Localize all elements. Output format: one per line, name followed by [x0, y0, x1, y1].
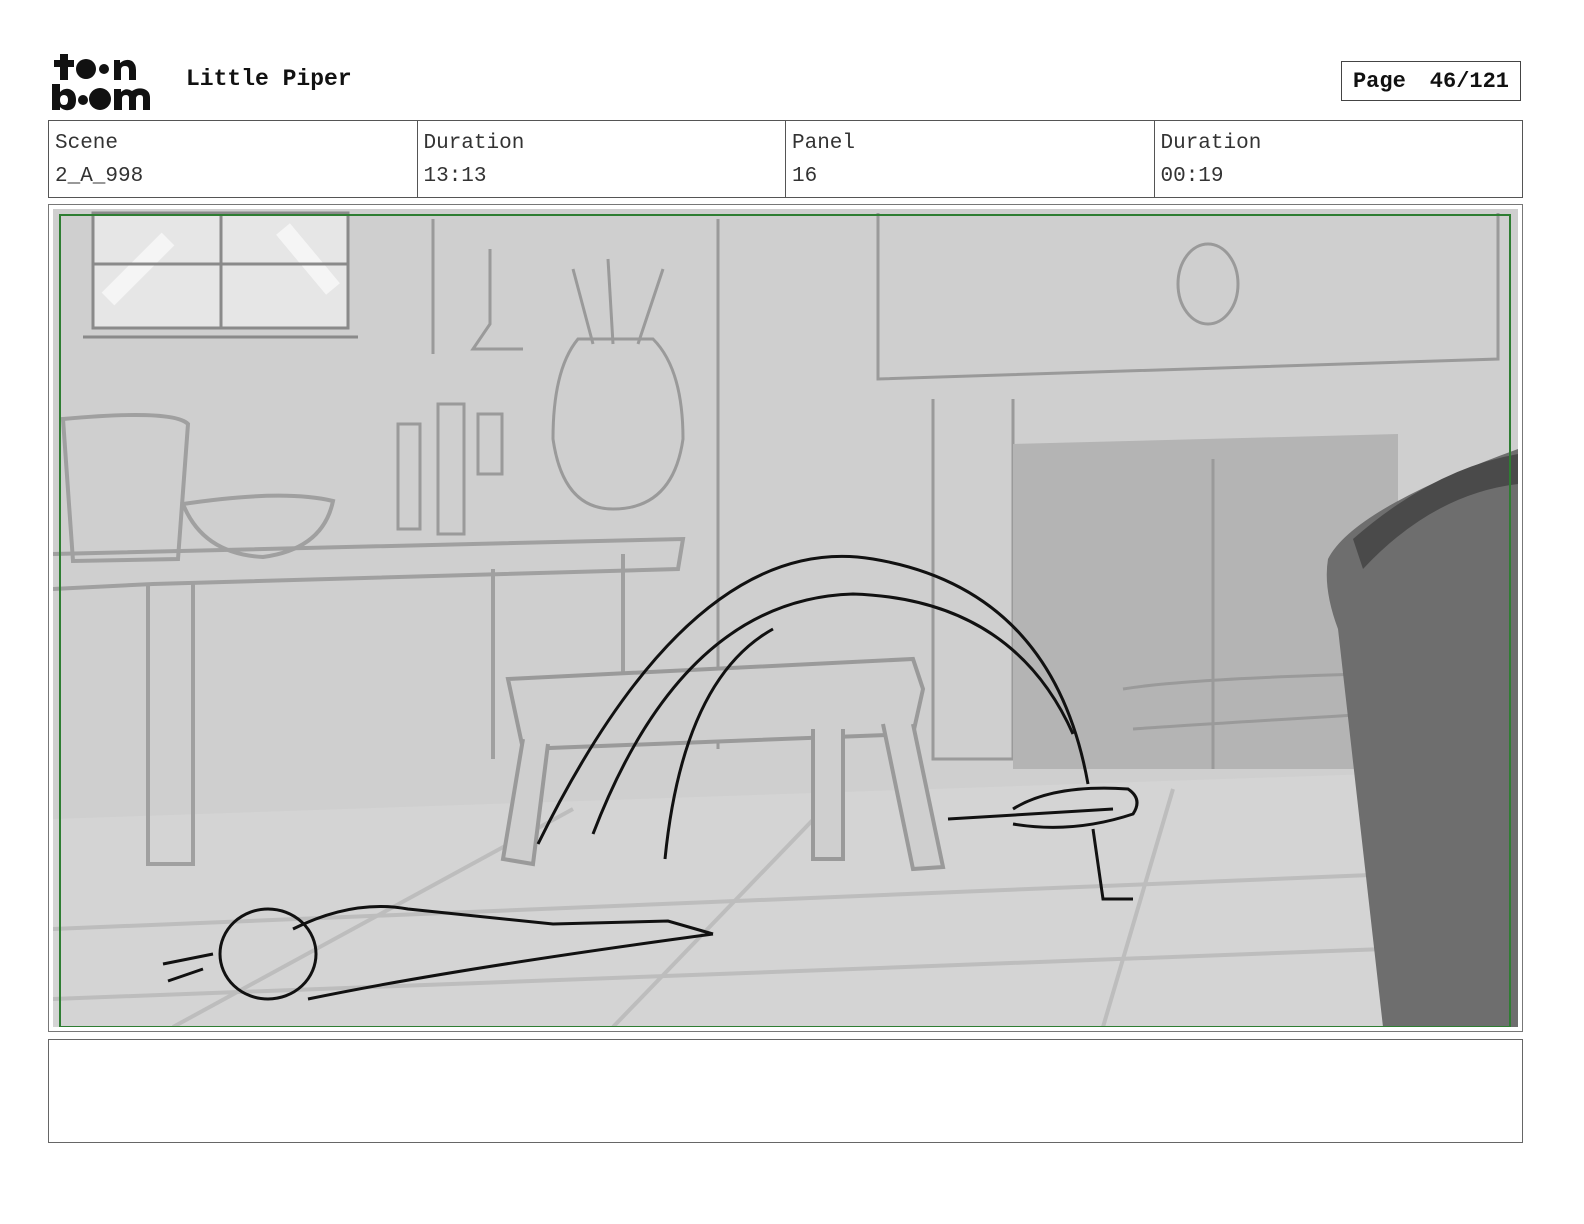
- panel-duration-cell: Duration 00:19: [1155, 121, 1523, 197]
- project-title: Little Piper: [186, 66, 352, 92]
- panel-notes-area[interactable]: [48, 1039, 1523, 1143]
- panel-cell: Panel 16: [786, 121, 1155, 197]
- panel-label: Panel: [792, 132, 856, 155]
- panel-duration-label: Duration: [1160, 132, 1262, 155]
- scene-duration-cell: Duration 13:13: [418, 121, 786, 197]
- scene-value: 2_A_998: [55, 165, 144, 188]
- scene-cell: Scene 2_A_998: [49, 121, 418, 197]
- scene-duration-value: 13:13: [423, 165, 487, 188]
- page-label: Page: [1352, 68, 1406, 94]
- scene-label: Scene: [55, 132, 119, 155]
- storyboard-panel: [48, 204, 1523, 1032]
- scene-info-table: Scene 2_A_998 Duration 13:13 Panel 16 Du…: [48, 120, 1523, 198]
- panel-value: 16: [792, 165, 818, 188]
- toonboom-logo: [52, 54, 150, 111]
- page-indicator: Page 46/121: [1341, 61, 1521, 101]
- page-number: 46/121: [1429, 68, 1510, 94]
- storyboard-sketch-image: [53, 209, 1518, 1027]
- panel-duration-value: 00:19: [1160, 165, 1224, 188]
- scene-duration-label: Duration: [423, 132, 525, 155]
